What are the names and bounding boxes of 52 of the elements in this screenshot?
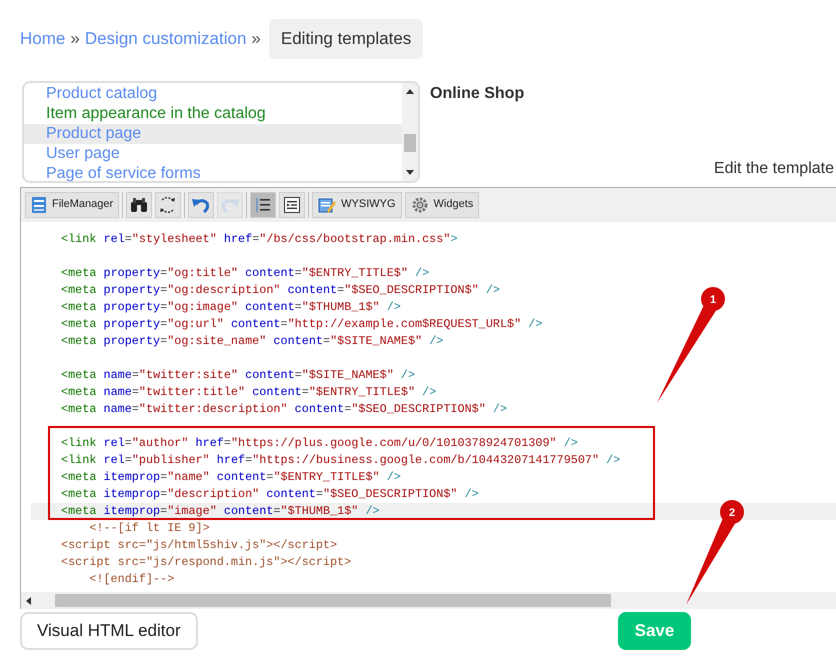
- toolbar-icon-button[interactable]: [250, 192, 276, 218]
- code-line: <meta property="og:url" content="http://example.com$REQUEST_URL$" />: [61, 316, 542, 330]
- editor-heading: Edit the template: [714, 158, 834, 178]
- code-line: <script src="js/respond.min.js"></script>: [61, 554, 352, 568]
- code-line: <meta name="twitter:description" content="$SEO_DESCRIPTION$" />: [61, 402, 508, 416]
- breadcrumb-link[interactable]: Design customization: [84, 26, 246, 52]
- code-line: <meta name="twitter:site" content="$SITE_NAME$" />: [61, 368, 416, 382]
- code-line: <meta itemprop="name" content="$ENTRY_TITLE$" />: [61, 470, 401, 484]
- save-button[interactable]: Save: [618, 612, 692, 650]
- toolbar-icon-button[interactable]: [279, 192, 306, 218]
- scrollbar-thumb[interactable]: [404, 134, 416, 152]
- code-line: <link rel="publisher" href="https://business.google.com/b/10443207141779507" />: [61, 452, 620, 466]
- code-line: <meta name="twitter:title" content="$ENTRY_TITLE$" />: [61, 384, 436, 398]
- toolbar-icon-button[interactable]: [126, 192, 152, 218]
- scroll-left-icon: [26, 596, 31, 604]
- toolbar-button[interactable]: FileManager: [25, 192, 120, 218]
- line-numbers-icon: [254, 196, 272, 214]
- code-line: <link rel="author" href="https://plus.google.com/u/0/1010378924701309" />: [61, 436, 578, 450]
- site-name: Online Shop: [430, 84, 526, 104]
- code-line: <!--[if lt IE 9]>: [88, 520, 210, 534]
- breadcrumb-separator: »: [251, 28, 261, 50]
- code-line: <![endif]-->: [88, 572, 174, 586]
- code-line: <link rel="stylesheet" href="/bs/css/bootstrap.min.css">: [61, 232, 458, 246]
- breadcrumb-link[interactable]: Home: [20, 26, 66, 52]
- code-line: <meta property="og:site_name" content="$SITE_NAME$" />: [61, 334, 444, 348]
- scrollbar-thumb[interactable]: [55, 594, 611, 606]
- template-list-item[interactable]: Product catalog: [24, 84, 402, 104]
- breadcrumb-current: Editing templates: [268, 19, 424, 58]
- template-list-item[interactable]: Page of service forms: [24, 164, 402, 180]
- gear-icon: [410, 196, 429, 214]
- horizontal-scrollbar[interactable]: [21, 592, 836, 608]
- toolbar-button[interactable]: Widgets: [404, 192, 480, 218]
- scroll-up-icon: [406, 88, 414, 94]
- code-line: <meta itemprop="description" content="$SEO_DESCRIPTION$" />: [61, 486, 479, 500]
- code-line: <meta property="og:description" content="$SEO_DESCRIPTION$" />: [61, 282, 500, 296]
- binoculars-icon: [130, 196, 148, 212]
- file-manager-icon: [31, 196, 47, 214]
- code-line: <script src="js/html5shiv.js"></script>: [61, 538, 338, 552]
- code-line: <meta itemprop="image" content="$THUMB_1$" />: [61, 504, 380, 518]
- toolbar-icon-button[interactable]: [155, 192, 182, 218]
- pencil-page-icon: [318, 196, 336, 214]
- breadcrumb-separator: »: [70, 28, 80, 50]
- scroll-down-icon: [406, 170, 414, 174]
- template-list-item[interactable]: Item appearance in the catalog: [24, 104, 402, 124]
- toolbar-button[interactable]: WYSIWYG: [312, 192, 402, 218]
- visual-editor-button[interactable]: Visual HTML editor: [20, 612, 198, 650]
- template-list-item[interactable]: User page: [24, 144, 402, 164]
- code-line: <meta property="og:title" content="$ENTRY_TITLE$" />: [61, 266, 430, 280]
- indent-icon: [283, 196, 302, 214]
- code-line: <meta property="og:image" content="$THUMB_1$" />: [61, 300, 401, 314]
- template-list-item[interactable]: Product page: [24, 124, 402, 144]
- vertical-scrollbar[interactable]: [402, 82, 418, 180]
